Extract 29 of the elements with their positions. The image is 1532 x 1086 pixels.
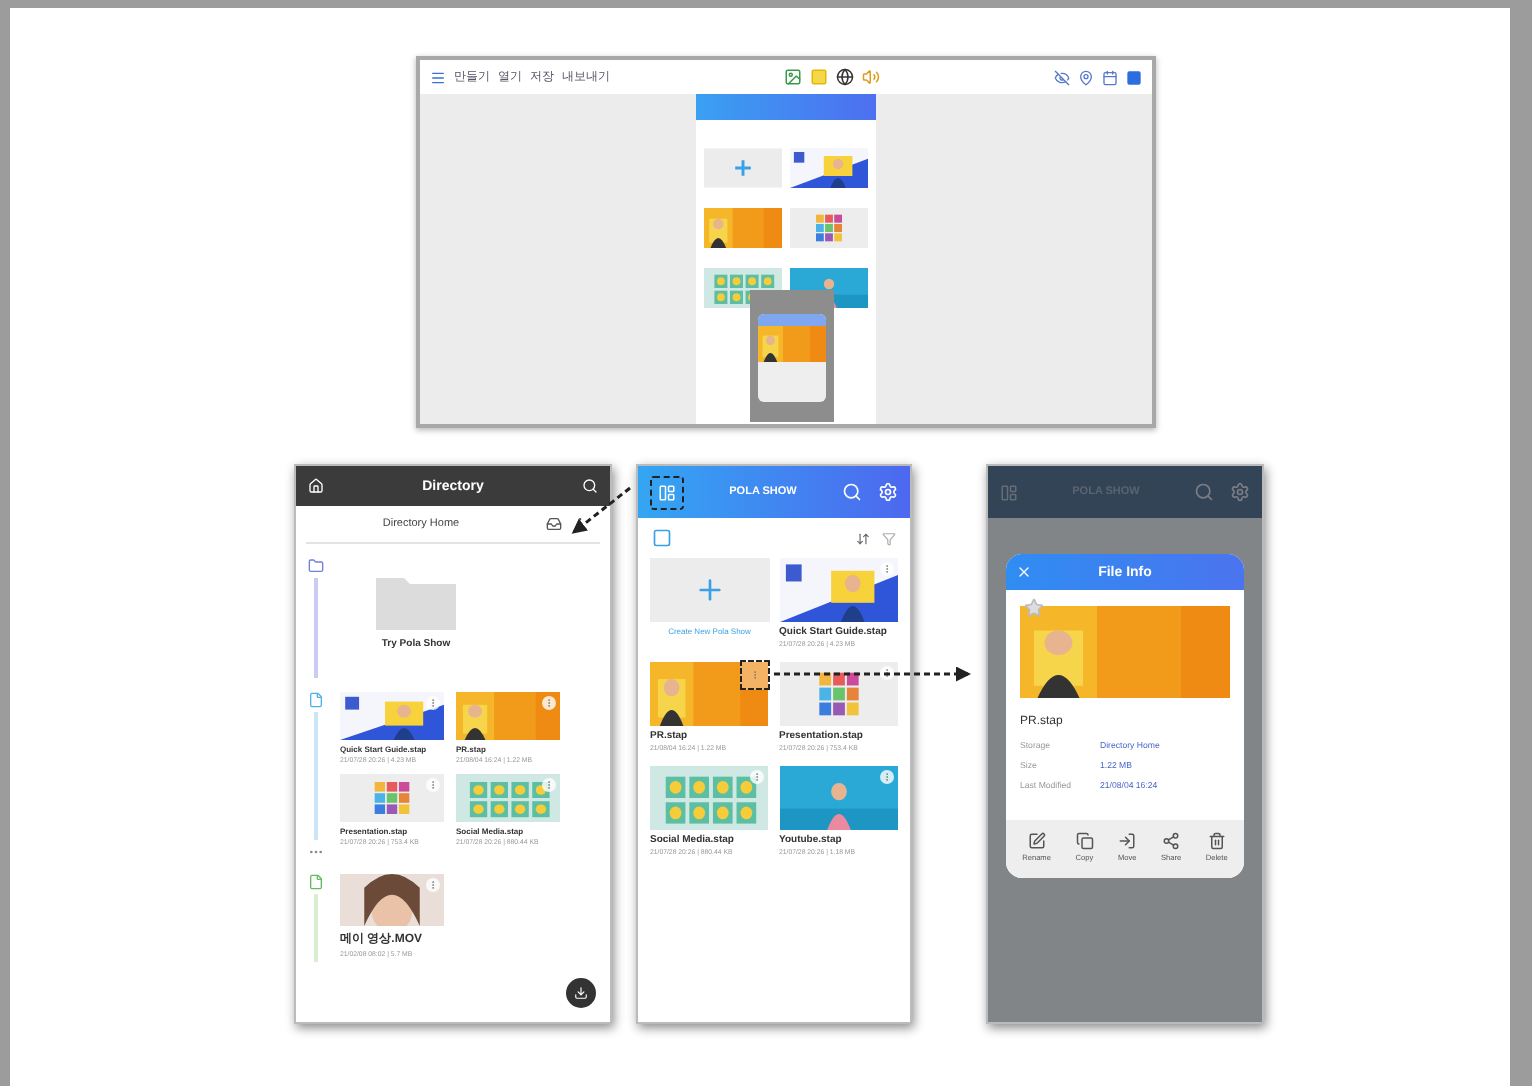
star-icon[interactable] [1024,598,1044,618]
filter-icon[interactable] [882,531,896,545]
directory-button[interactable] [650,475,684,509]
file-icon[interactable] [308,874,324,890]
dashed-arrow [571,486,631,534]
square-icon[interactable] [1126,69,1142,85]
eye-off-icon[interactable] [1054,69,1070,85]
tray-icon[interactable] [546,516,562,532]
image-icon[interactable] [784,68,802,86]
plus-icon [693,574,726,606]
dialog-header [758,314,826,326]
sort-icon[interactable] [856,531,870,545]
layout-icon [658,483,676,501]
close-icon[interactable] [1016,564,1032,580]
download-icon [574,986,588,1000]
file-icon[interactable] [308,692,324,708]
pin-icon[interactable] [1078,69,1094,85]
download-button[interactable] [566,978,596,1008]
calendar-icon[interactable] [1102,69,1118,85]
speaker-icon[interactable] [862,68,880,86]
settings-icon[interactable] [1230,482,1250,502]
folder-icon[interactable] [308,558,324,574]
menu-icon[interactable] [430,69,446,85]
create-card-icon [704,148,782,188]
new-file-icon[interactable] [652,528,672,548]
home-icon[interactable] [308,478,324,494]
more-button[interactable] [740,660,770,690]
directory-icon[interactable] [1000,483,1018,501]
globe-icon[interactable] [836,68,854,86]
